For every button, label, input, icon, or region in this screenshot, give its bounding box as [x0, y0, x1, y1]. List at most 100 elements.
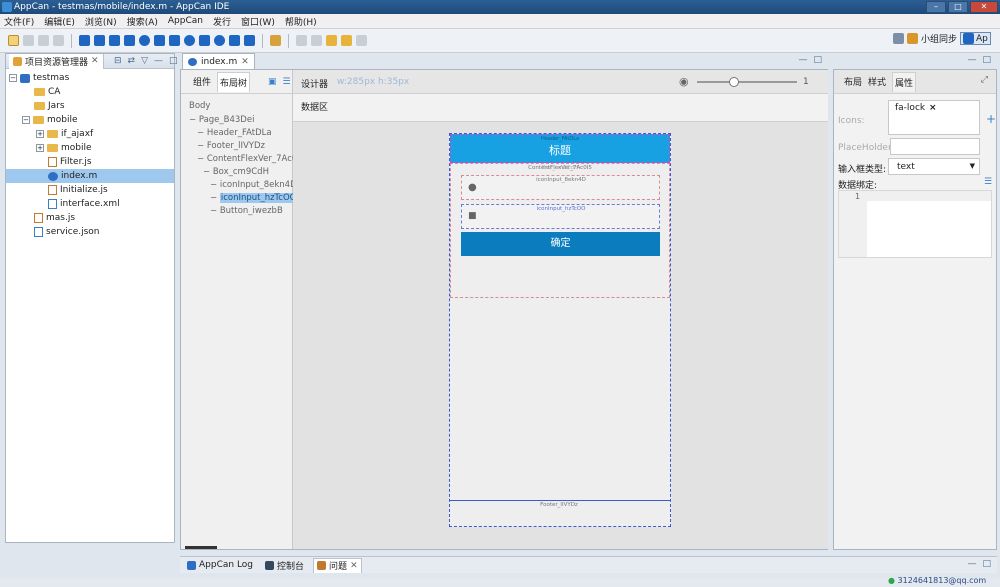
preview-eye-icon[interactable] — [214, 35, 225, 46]
export-icon[interactable] — [199, 35, 210, 46]
menu-publish[interactable]: 发行 — [213, 15, 231, 28]
tab-properties[interactable]: 属性 — [892, 71, 917, 92]
maximize-view-icon[interactable]: □ — [169, 56, 178, 66]
menu-icon[interactable]: ☰ — [984, 177, 992, 187]
outline-scrollbar[interactable] — [185, 546, 217, 549]
menu-file[interactable]: 文件(F) — [4, 15, 34, 28]
tree-node-iconinput-2[interactable]: − iconInput_hzTcOO — [210, 193, 298, 203]
menu-navigate[interactable]: 浏览(N) — [85, 15, 117, 28]
save-layout-icon[interactable]: ▣ — [268, 77, 277, 87]
icon-input-lock[interactable]: iconInput_hzTcOO ■ — [461, 204, 660, 229]
placeholder-input[interactable] — [890, 138, 980, 155]
zoom-slider-track[interactable] — [697, 81, 797, 83]
zoom-slider-handle[interactable] — [729, 77, 739, 87]
menu-edit[interactable]: 编辑(E) — [44, 15, 75, 28]
tab-appcan-log[interactable]: AppCan Log — [184, 558, 256, 573]
tree-node-body[interactable]: Body — [189, 101, 210, 111]
back-arrow-icon[interactable] — [341, 35, 352, 46]
tree-item-mas-js[interactable]: mas.js — [34, 211, 75, 225]
preview-eye-icon[interactable]: ◉ — [679, 75, 689, 88]
menu-window[interactable]: 窗口(W) — [241, 15, 275, 28]
footer-component[interactable]: Footer_lIVYDz — [450, 500, 670, 526]
editor-tab-index-m[interactable]: index.m ✕ — [182, 53, 255, 69]
expand-icon[interactable]: + — [36, 144, 44, 152]
phone-icon[interactable] — [169, 35, 180, 46]
project-explorer-tab[interactable]: 项目资源管理器 ✕ — [9, 53, 104, 69]
save-all-icon[interactable] — [38, 35, 49, 46]
maximize-bottom-icon[interactable]: □ — [982, 559, 991, 569]
tree-item-testmas[interactable]: − testmas — [9, 71, 69, 85]
view-menu-icon[interactable]: ▽ — [141, 56, 148, 66]
wand-icon[interactable] — [270, 35, 281, 46]
tab-layout-tree[interactable]: 布局树 — [217, 71, 251, 92]
tree-item-interface-xml[interactable]: interface.xml — [48, 197, 120, 211]
rocket-icon[interactable] — [154, 35, 165, 46]
tab-console[interactable]: 控制台 — [262, 558, 307, 573]
module-icon[interactable] — [124, 35, 135, 46]
close-button[interactable]: ✕ — [970, 1, 998, 13]
tab-style[interactable]: 样式 — [868, 75, 886, 88]
tree-item-mobile[interactable]: − mobile — [22, 113, 78, 127]
copy-icon[interactable] — [229, 35, 240, 46]
content-flex-component[interactable]: ContentFlexVer_7Ac0I5 Box_cm9CdH iconInp… — [450, 163, 670, 298]
close-tab-icon[interactable]: ✕ — [91, 56, 99, 66]
folder-open-icon[interactable] — [94, 35, 105, 46]
expand-icon[interactable]: ⤢ — [981, 75, 988, 85]
open-perspective-icon[interactable] — [893, 33, 904, 44]
link-editor-icon[interactable]: ⇄ — [128, 56, 136, 66]
maximize-button[interactable]: □ — [948, 1, 968, 13]
book-icon[interactable] — [244, 35, 255, 46]
tab-problems[interactable]: 问题 ✕ — [313, 557, 362, 573]
tree-item-initialize-js[interactable]: Initialize.js — [48, 183, 108, 197]
tab-components[interactable]: 组件 — [193, 75, 211, 88]
remove-tag-icon[interactable]: × — [929, 103, 937, 113]
minimize-bottom-icon[interactable]: — — [967, 559, 976, 569]
last-edit-icon[interactable] — [326, 35, 337, 46]
tree-node-header[interactable]: − Header_FAtDLa — [197, 128, 272, 138]
layout-icon[interactable] — [109, 35, 120, 46]
list-view-icon[interactable]: ☰ — [283, 77, 291, 87]
collapse-all-icon[interactable]: ⊟ — [114, 56, 122, 66]
expand-icon[interactable]: + — [36, 130, 44, 138]
tree-item-service-json[interactable]: service.json — [34, 225, 100, 239]
appcan-perspective-button[interactable]: Ap — [960, 32, 991, 45]
tab-layout[interactable]: 布局 — [844, 75, 862, 88]
close-tab-icon[interactable]: ✕ — [350, 561, 358, 571]
confirm-button[interactable]: 确定 — [461, 232, 660, 256]
save-icon[interactable] — [23, 35, 34, 46]
tree-node-page[interactable]: − Page_B43Dei — [189, 115, 254, 125]
minimize-right-icon[interactable]: — — [967, 55, 976, 65]
power-icon[interactable] — [184, 35, 195, 46]
tree-item-filter-js[interactable]: Filter.js — [48, 155, 92, 169]
refresh-icon[interactable] — [139, 35, 150, 46]
tree-node-content[interactable]: − ContentFlexVer_7Ac0I5 — [197, 154, 305, 164]
close-tab-icon[interactable]: ✕ — [241, 57, 249, 67]
widget-icon[interactable] — [79, 35, 90, 46]
minimize-button[interactable]: – — [926, 1, 946, 13]
icons-field[interactable]: fa-lock × — [888, 100, 980, 135]
tree-item-mobile-sub[interactable]: + mobile — [36, 141, 92, 155]
collapse-icon[interactable]: − — [9, 74, 17, 82]
tree-node-footer[interactable]: − Footer_lIVYDz — [197, 141, 265, 151]
next-annotation-icon[interactable] — [296, 35, 307, 46]
tree-item-if-ajaxf[interactable]: + if_ajaxf — [36, 127, 93, 141]
tree-node-button[interactable]: − Button_iwezbB — [210, 206, 283, 216]
menu-search[interactable]: 搜索(A) — [127, 15, 158, 28]
collapse-icon[interactable]: − — [22, 116, 30, 124]
maximize-right-icon[interactable]: □ — [982, 55, 991, 65]
prev-annotation-icon[interactable] — [311, 35, 322, 46]
forward-arrow-icon[interactable] — [356, 35, 367, 46]
minimize-view-icon[interactable]: — — [154, 56, 163, 66]
tree-node-iconinput-1[interactable]: − iconInput_8ekn4D — [210, 180, 297, 190]
print-icon[interactable] — [53, 35, 64, 46]
input-type-select[interactable]: text ▼ — [888, 158, 980, 175]
icon-input-user[interactable]: iconInput_8ekn4D ● — [461, 175, 660, 200]
minimize-editor-icon[interactable]: — — [798, 55, 807, 65]
maximize-editor-icon[interactable]: □ — [813, 55, 822, 65]
menu-help[interactable]: 帮助(H) — [285, 15, 317, 28]
tree-item-ca[interactable]: CA — [34, 85, 60, 99]
add-icon[interactable]: + — [986, 112, 996, 126]
menu-appcan[interactable]: AppCan — [168, 16, 203, 26]
team-sync-label[interactable]: 小组同步 — [921, 32, 957, 45]
data-binding-editor[interactable]: 1 — [838, 190, 992, 258]
